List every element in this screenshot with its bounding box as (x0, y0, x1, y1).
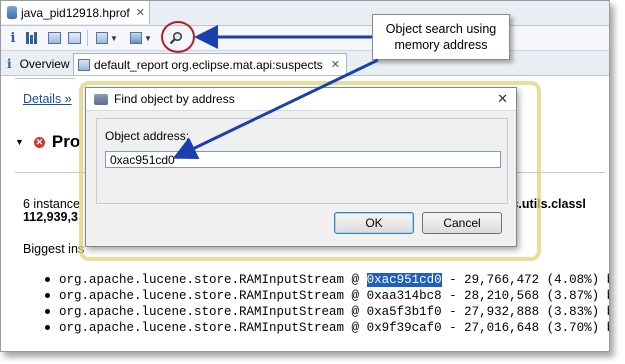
info-icon: i (10, 30, 16, 46)
collapse-toggle-icon[interactable]: ▼ (15, 137, 24, 147)
callout-line-2: memory address (394, 38, 488, 52)
query-browser-button[interactable]: ▼ (127, 30, 155, 46)
biggest-instances-text: Biggest ins (23, 242, 85, 256)
size-text: 112,939,3 (23, 210, 78, 224)
list-item: org.apache.lucene.store.RAMInputStream @… (45, 272, 609, 287)
list-item: org.apache.lucene.store.RAMInputStream @… (45, 304, 609, 319)
tab-default-report-label: default_report org.eclipse.mat.api:suspe… (94, 57, 323, 72)
instances-text: 6 instance (23, 197, 80, 211)
object-address-link[interactable]: 0xa5f3b1f0 (367, 305, 442, 319)
histogram-button[interactable] (25, 30, 41, 46)
object-address-input[interactable]: 0xac951cd0 (105, 151, 501, 168)
address-group: Object address: 0xac951cd0 (96, 118, 508, 204)
object-address-label: Object address: (105, 129, 190, 143)
retained-size: - 27,932,888 (3.83%) bytes. (449, 305, 609, 319)
toolbar-separator (87, 30, 88, 46)
dialog-title-bar[interactable]: Find object by address ✕ (86, 88, 516, 111)
overview-button[interactable]: i (8, 30, 18, 46)
oql-icon (67, 32, 81, 44)
reports-menu-button[interactable]: ▼ (93, 30, 121, 46)
highlight-circle (161, 21, 195, 53)
dialog-title: Find object by address (114, 92, 235, 106)
bullet (45, 277, 50, 283)
find-object-dialog: Find object by address ✕ Object address:… (85, 87, 517, 247)
info-icon: i (7, 56, 12, 71)
eclipse-mat-window: java_pid12918.hprof ✕ i ▼ ▼ i Overview d… (0, 0, 610, 352)
report-icon (78, 58, 90, 71)
bullet (45, 309, 50, 315)
chevron-down-icon: ▼ (110, 33, 118, 43)
retained-size: - 27,016,648 (3.70%) bytes. (449, 321, 609, 335)
details-link[interactable]: Details » (23, 92, 72, 106)
oql-button[interactable] (66, 30, 82, 46)
editor-tab-hprof[interactable]: java_pid12918.hprof ✕ (1, 1, 150, 24)
class-name: org.apache.lucene.store.RAMInputStream @ (59, 321, 367, 335)
list-item: org.apache.lucene.store.RAMInputStream @… (45, 288, 609, 303)
tab-overview-label: Overview (19, 56, 70, 71)
retained-size: - 29,766,472 (4.08%) bytes. (449, 273, 609, 287)
chevron-down-icon: ▼ (144, 33, 152, 43)
editor-tab-label: java_pid12918.hprof (21, 5, 130, 20)
dialog-app-icon (94, 93, 108, 105)
close-icon[interactable]: ✕ (497, 91, 508, 107)
close-icon[interactable]: ✕ (331, 58, 340, 71)
heap-dump-icon (7, 6, 17, 19)
editor-tab-bar: java_pid12918.hprof ✕ (1, 1, 609, 26)
tab-overview[interactable]: i Overview (7, 53, 70, 74)
callout-line-1: Object search using (385, 22, 497, 36)
class-name: org.apache.lucene.store.RAMInputStream @ (59, 305, 367, 319)
bullet (45, 293, 50, 299)
problem-heading: Pro (51, 132, 81, 151)
query-browser-icon (130, 32, 143, 44)
object-address-link[interactable]: 0xac951cd0 (366, 273, 442, 287)
divider (15, 78, 75, 80)
object-address-link[interactable]: 0xaa314bc8 (367, 289, 442, 303)
dominator-tree-button[interactable] (46, 30, 62, 46)
bullet (45, 325, 50, 331)
histogram-icon (26, 32, 40, 44)
list-item: org.apache.lucene.store.RAMInputStream @… (45, 320, 609, 335)
dominator-tree-icon (47, 32, 61, 44)
ok-button[interactable]: OK (334, 212, 414, 234)
cancel-button[interactable]: Cancel (422, 212, 502, 234)
retained-size: - 28,210,568 (3.87%) bytes. (449, 289, 609, 303)
annotation-callout: Object search using memory address (372, 14, 510, 60)
report-icon (96, 32, 109, 44)
toolbar: i ▼ ▼ (1, 26, 609, 51)
view-tab-bar: i Overview default_report org.eclipse.ma… (1, 51, 609, 76)
problem-heading-row: ▼ ✕ Pro (15, 132, 80, 152)
error-icon: ✕ (33, 136, 45, 148)
close-icon[interactable]: ✕ (136, 6, 145, 19)
tab-default-report[interactable]: default_report org.eclipse.mat.api:suspe… (73, 53, 348, 75)
class-name: org.apache.lucene.store.RAMInputStream @ (59, 273, 367, 287)
class-name: org.apache.lucene.store.RAMInputStream @ (59, 289, 367, 303)
object-address-link[interactable]: 0x9f39caf0 (367, 321, 442, 335)
